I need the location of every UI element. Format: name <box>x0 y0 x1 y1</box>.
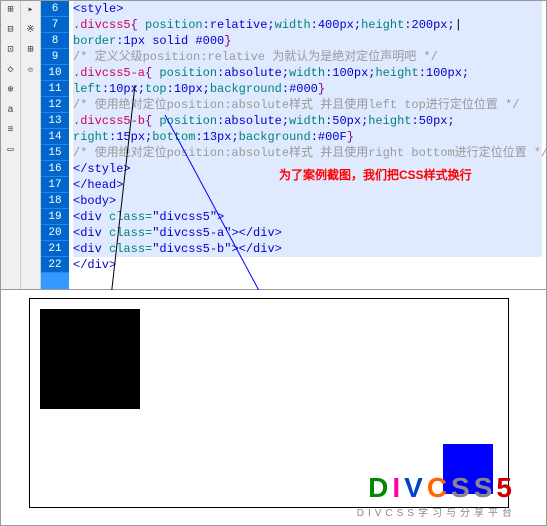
tool-icon[interactable]: ▸ <box>24 3 38 17</box>
left-toolbar-2: ▸ ※ ⊞ ☼ <box>21 1 41 289</box>
code-line: /* 定义父级position:relative 为就认为是绝对定位声明吧 */ <box>73 49 542 65</box>
tool-icon[interactable]: ⊟ <box>4 23 18 37</box>
code-line: <div class="divcss5-b"></div> <box>73 241 542 257</box>
code-line: .divcss5-b{ position:absolute;width:50px… <box>73 113 542 129</box>
tool-icon[interactable]: a <box>4 103 18 117</box>
left-toolbar-1: ⊞ ⊟ ⊡ ◇ ⊕ a ≡ ▭ <box>1 1 21 289</box>
code-line: right:15px;bottom:13px;background:#00F} <box>73 129 542 145</box>
tool-icon[interactable]: ⊞ <box>4 3 18 17</box>
code-line: <style> <box>73 1 542 17</box>
code-line: <div class="divcss5"> <box>73 209 542 225</box>
code-line: .divcss5-a{ position:absolute;width:100p… <box>73 65 542 81</box>
tool-icon[interactable]: ※ <box>24 23 38 37</box>
code-line: left:10px;top:10px;background:#000} <box>73 81 542 97</box>
tool-icon[interactable]: ▭ <box>4 143 18 157</box>
code-line: /* 使用绝对定位position:absolute样式 并且使用right b… <box>73 145 542 161</box>
code-line: .divcss5{ position:relative;width:400px;… <box>73 17 542 33</box>
code-content[interactable]: <style> .divcss5{ position:relative;widt… <box>69 1 546 289</box>
code-editor: ⊞ ⊟ ⊡ ◇ ⊕ a ≡ ▭ ▸ ※ ⊞ ☼ 6789 10111213 14… <box>0 0 547 290</box>
annotation-text: 为了案例截图，我们把CSS样式换行 <box>279 166 472 183</box>
tool-icon[interactable]: ◇ <box>4 63 18 77</box>
tool-icon[interactable]: ⊡ <box>4 43 18 57</box>
code-line: /* 使用绝对定位position:absolute样式 并且使用left to… <box>73 97 542 113</box>
code-line: <div class="divcss5-a"></div> <box>73 225 542 241</box>
tool-icon[interactable]: ⊞ <box>24 43 38 57</box>
code-line: border:1px solid #000} <box>73 33 542 49</box>
preview-pane: DIVCSS5 DIVCSS学习与分享平台 <box>0 290 547 526</box>
black-box-a <box>40 309 140 409</box>
tool-icon[interactable]: ⊕ <box>4 83 18 97</box>
tool-icon[interactable]: ☼ <box>24 63 38 77</box>
code-line: </div> <box>73 257 542 273</box>
tool-icon[interactable]: ≡ <box>4 123 18 137</box>
code-line: <body> <box>73 193 542 209</box>
line-gutter: 6789 10111213 14151617 18192021 22 <box>41 1 69 289</box>
watermark: DIVCSS5 DIVCSS学习与分享平台 <box>357 472 516 519</box>
